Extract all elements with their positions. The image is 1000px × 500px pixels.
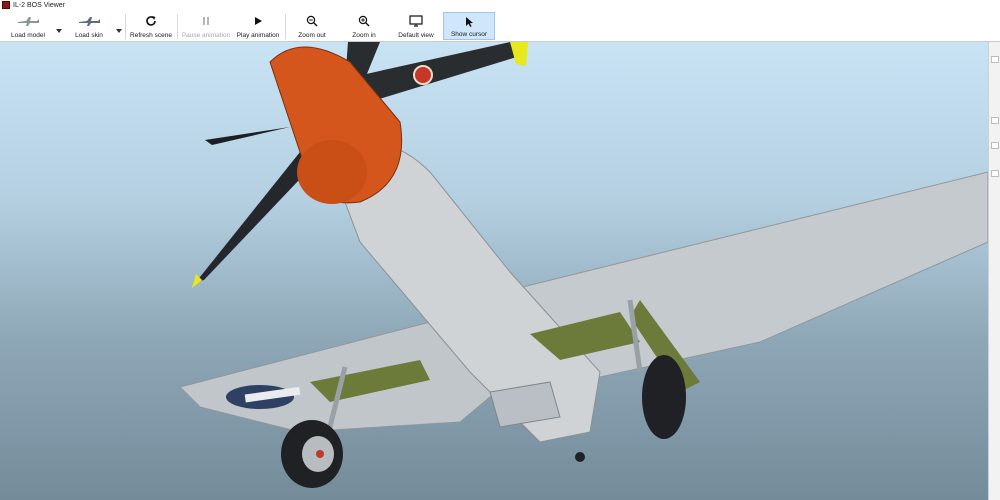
- propeller-blade: [205, 127, 290, 145]
- aircraft-skin-icon: [77, 14, 101, 28]
- chevron-down-icon: [116, 29, 122, 33]
- zoom-in-label: Zoom in: [352, 32, 376, 39]
- zoom-in-icon: [352, 14, 376, 28]
- zoom-out-icon: [300, 14, 324, 28]
- load-skin-button[interactable]: Load skin: [64, 12, 114, 40]
- play-animation-label: Play animation: [236, 32, 280, 39]
- load-model-dropdown[interactable]: [56, 21, 62, 33]
- play-animation-button[interactable]: Play animation: [234, 12, 282, 40]
- play-icon: [246, 14, 270, 28]
- zoom-out-label: Zoom out: [298, 32, 326, 39]
- zoom-in-button[interactable]: Zoom in: [342, 12, 386, 40]
- monitor-icon: [404, 14, 428, 28]
- propeller-tip: [192, 274, 202, 288]
- load-model-button[interactable]: Load model: [2, 12, 54, 40]
- pause-animation-label: Pause animation: [181, 32, 231, 39]
- tail-wheel: [575, 452, 585, 462]
- refresh-scene-label: Refresh scene: [130, 32, 172, 39]
- side-panel-control[interactable]: [991, 170, 999, 177]
- load-skin-dropdown[interactable]: [116, 21, 122, 33]
- nose-cowling: [297, 140, 367, 204]
- default-view-button[interactable]: Default view: [392, 12, 440, 40]
- toolbar-separator: [125, 14, 126, 39]
- aircraft-icon: [16, 14, 40, 28]
- model-viewport[interactable]: [0, 42, 988, 500]
- toolbar-separator: [177, 14, 178, 39]
- window-title: IL-2 BOS Viewer: [13, 2, 66, 9]
- side-panel-control[interactable]: [991, 142, 999, 149]
- refresh-scene-button[interactable]: Refresh scene: [128, 12, 174, 40]
- side-panel: [988, 42, 1000, 500]
- side-panel-control[interactable]: [991, 117, 999, 124]
- toolbar-separator: [285, 14, 286, 39]
- show-cursor-button[interactable]: Show cursor: [443, 12, 495, 40]
- toolbar: Load model Load skin Refresh scene Pause…: [0, 11, 1000, 42]
- cursor-icon: [457, 15, 481, 29]
- right-wheel: [642, 355, 686, 439]
- chevron-down-icon: [56, 29, 62, 33]
- aircraft-render: [179, 42, 988, 488]
- show-cursor-label: Show cursor: [450, 31, 488, 38]
- side-panel-control[interactable]: [991, 56, 999, 63]
- zoom-out-button[interactable]: Zoom out: [290, 12, 334, 40]
- app-icon: [2, 1, 10, 9]
- default-view-label: Default view: [398, 32, 434, 39]
- propeller-emblem: [413, 65, 433, 85]
- load-model-label: Load model: [11, 32, 45, 39]
- pause-icon: [194, 14, 218, 28]
- load-skin-label: Load skin: [75, 32, 103, 39]
- pause-animation-button[interactable]: Pause animation: [180, 12, 232, 40]
- left-wheel-axle: [316, 450, 324, 458]
- refresh-icon: [139, 14, 163, 28]
